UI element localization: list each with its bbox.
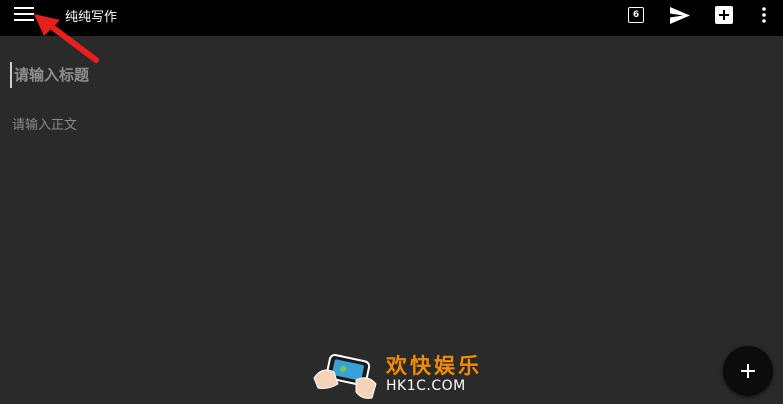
new-note-fab[interactable] bbox=[723, 346, 773, 396]
add-box-button[interactable] bbox=[712, 4, 736, 26]
word-count-button[interactable]: 6 bbox=[624, 4, 648, 26]
title-input[interactable] bbox=[10, 62, 710, 88]
add-box-icon bbox=[715, 6, 733, 24]
send-button[interactable] bbox=[668, 4, 692, 26]
count-badge: 6 bbox=[628, 7, 644, 23]
body-input[interactable] bbox=[10, 114, 770, 334]
annotation-arrow-icon bbox=[34, 14, 99, 63]
watermark-text-cn: 欢快娱乐 bbox=[386, 354, 482, 378]
send-icon bbox=[670, 6, 690, 24]
gamepad-hands-logo-icon bbox=[313, 354, 377, 399]
watermark: 欢快娱乐 HK1C.COM bbox=[312, 346, 482, 404]
watermark-text-en: HK1C.COM bbox=[386, 378, 466, 394]
top-toolbar: 纯纯写作 6 bbox=[0, 0, 783, 36]
more-vertical-icon bbox=[762, 7, 766, 23]
plus-icon bbox=[741, 364, 755, 378]
more-options-button[interactable] bbox=[752, 4, 776, 26]
